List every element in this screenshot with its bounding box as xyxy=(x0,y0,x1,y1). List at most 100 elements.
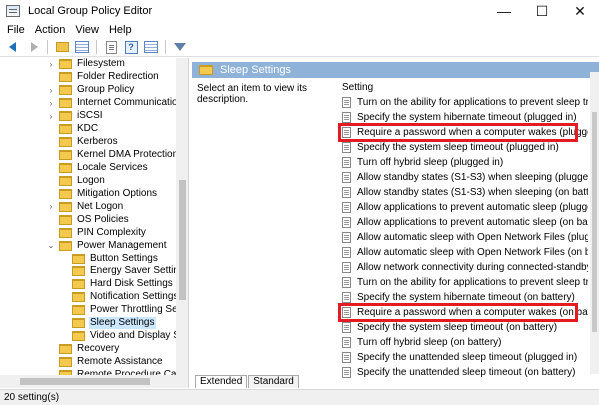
setting-row[interactable]: Allow automatic sleep with Open Network … xyxy=(342,245,588,260)
setting-row[interactable]: Turn on the ability for applications to … xyxy=(342,275,588,290)
toolbar: ? xyxy=(0,38,599,57)
tree-item-label: Kerberos xyxy=(77,136,118,148)
tree-hscroll-thumb[interactable] xyxy=(20,378,150,385)
filter-button[interactable] xyxy=(171,39,189,55)
tree-item[interactable]: Button Settings xyxy=(0,252,176,265)
settings-list: Turn on the ability for applications to … xyxy=(338,95,588,380)
tree-item[interactable]: Power Throttling Setting xyxy=(0,304,188,317)
tree-item[interactable]: Kerberos xyxy=(0,136,176,149)
tree-horizontal-scrollbar[interactable] xyxy=(0,375,176,388)
tree-item[interactable]: Video and Display Setti xyxy=(0,330,188,343)
tree-item[interactable]: Hard Disk Settings xyxy=(0,278,176,291)
setting-row[interactable]: Turn on the ability for applications to … xyxy=(342,95,588,110)
setting-row[interactable]: Allow standby states (S1-S3) when sleepi… xyxy=(342,185,588,200)
tree-vertical-scrollbar[interactable] xyxy=(176,58,188,388)
tree-item[interactable]: › Net Logon xyxy=(0,200,176,213)
tree-item[interactable]: Sleep Settings xyxy=(0,317,176,330)
folder-icon xyxy=(59,227,72,238)
menu-help[interactable]: Help xyxy=(104,24,137,36)
tree-item[interactable]: Locale Services xyxy=(0,162,176,175)
toolbar-separator xyxy=(165,40,166,54)
tree-item-label: Folder Redirection xyxy=(77,71,159,83)
menu-file[interactable]: File xyxy=(0,24,30,36)
tab-standard[interactable]: Standard xyxy=(248,375,299,388)
tree-item-label: Video and Display Setti xyxy=(90,330,189,342)
forward-button[interactable] xyxy=(24,39,42,55)
settings-vertical-scrollbar[interactable] xyxy=(590,72,599,374)
setting-row[interactable]: Turn off hybrid sleep (on battery) xyxy=(342,335,588,350)
maximize-button[interactable]: ☐ xyxy=(523,0,561,22)
show-hide-tree-button[interactable] xyxy=(73,39,91,55)
settings-scroll-thumb[interactable] xyxy=(592,112,597,332)
tree-scroll-thumb[interactable] xyxy=(179,180,186,300)
tree-item[interactable]: Energy Saver Settings xyxy=(0,265,188,278)
expand-chevron-icon[interactable]: › xyxy=(47,99,55,108)
properties-icon xyxy=(144,41,158,53)
setting-row[interactable]: Specify the system sleep timeout (plugge… xyxy=(342,140,588,155)
setting-label: Allow standby states (S1-S3) when sleepi… xyxy=(357,187,588,198)
setting-row[interactable]: Allow applications to prevent automatic … xyxy=(342,215,588,230)
policy-setting-icon xyxy=(342,277,351,288)
tree-item[interactable]: › Group Policy xyxy=(0,84,176,97)
tree-list: › Filesystem Folder Redirection › Group Poli… xyxy=(0,58,188,381)
tab-extended[interactable]: Extended xyxy=(195,375,248,388)
setting-row[interactable]: Turn off hybrid sleep (plugged in) xyxy=(342,155,588,170)
policy-setting-icon xyxy=(342,187,351,198)
tree-item[interactable]: ⌄ Power Management xyxy=(0,239,176,252)
tree-item[interactable]: › iSCSI xyxy=(0,110,176,123)
description-text: Select an item to view its description. xyxy=(197,83,308,105)
expand-chevron-icon[interactable]: › xyxy=(47,86,55,95)
help-button[interactable]: ? xyxy=(122,39,140,55)
tree-item[interactable]: Mitigation Options xyxy=(0,187,176,200)
tree-item-label: Hard Disk Settings xyxy=(90,278,173,290)
expand-chevron-icon[interactable]: › xyxy=(47,60,55,69)
close-button[interactable]: ✕ xyxy=(561,0,599,22)
folder-icon xyxy=(72,266,85,277)
tree-item-label: Net Logon xyxy=(77,200,124,212)
setting-row[interactable]: Allow network connectivity during connec… xyxy=(342,260,588,275)
tree-item[interactable]: Recovery xyxy=(0,343,176,356)
up-one-level-button[interactable] xyxy=(53,39,71,55)
tree-item-label: Mitigation Options xyxy=(77,187,158,199)
tree-item-label: KDC xyxy=(77,123,99,135)
tree-item[interactable]: Logon xyxy=(0,174,176,187)
expand-chevron-icon[interactable]: › xyxy=(47,112,55,121)
folder-icon xyxy=(59,72,72,83)
toolbar-separator xyxy=(96,40,97,54)
tree-item-label: OS Policies xyxy=(77,213,129,225)
tree-item[interactable]: KDC xyxy=(0,123,176,136)
expand-chevron-icon[interactable]: › xyxy=(47,202,55,211)
highlight-box xyxy=(338,123,578,142)
menu-view[interactable]: View xyxy=(70,24,104,36)
tree-item[interactable]: PIN Complexity xyxy=(0,226,176,239)
tree-item[interactable]: Notification Settings xyxy=(0,291,178,304)
tree-item-label: Logon xyxy=(77,174,105,186)
folder-icon xyxy=(59,344,72,355)
setting-row[interactable]: Allow applications to prevent automatic … xyxy=(342,200,588,215)
tree-item[interactable]: Remote Assistance xyxy=(0,356,176,369)
setting-row[interactable]: Allow standby states (S1-S3) when sleepi… xyxy=(342,170,588,185)
policy-setting-icon xyxy=(342,322,351,333)
properties-view-button[interactable] xyxy=(142,39,160,55)
back-button[interactable] xyxy=(4,39,22,55)
policy-setting-icon xyxy=(342,112,351,123)
tree-item[interactable]: Folder Redirection xyxy=(0,71,176,84)
setting-label: Turn on the ability for applications to … xyxy=(357,277,588,288)
setting-row[interactable]: Specify the unattended sleep timeout (pl… xyxy=(342,350,588,365)
setting-column-header[interactable]: Setting xyxy=(342,82,373,93)
tree-item-label: Energy Saver Settings xyxy=(90,265,189,277)
minimize-button[interactable]: — xyxy=(485,0,523,22)
setting-label: Allow automatic sleep with Open Network … xyxy=(357,247,588,258)
tree-item[interactable]: › Internet Communication M xyxy=(0,97,188,110)
tree-item[interactable]: Kernel DMA Protection xyxy=(0,149,178,162)
collapse-chevron-icon[interactable]: ⌄ xyxy=(47,241,55,250)
policy-setting-icon xyxy=(342,202,351,213)
menu-action[interactable]: Action xyxy=(30,24,71,36)
tree-item[interactable]: OS Policies xyxy=(0,213,176,226)
tree-item[interactable]: › Filesystem xyxy=(0,58,176,71)
folder-icon xyxy=(59,59,72,70)
export-list-button[interactable] xyxy=(102,39,120,55)
setting-row[interactable]: Specify the system sleep timeout (on bat… xyxy=(342,320,588,335)
setting-label: Allow standby states (S1-S3) when sleepi… xyxy=(357,172,588,183)
setting-row[interactable]: Allow automatic sleep with Open Network … xyxy=(342,230,588,245)
